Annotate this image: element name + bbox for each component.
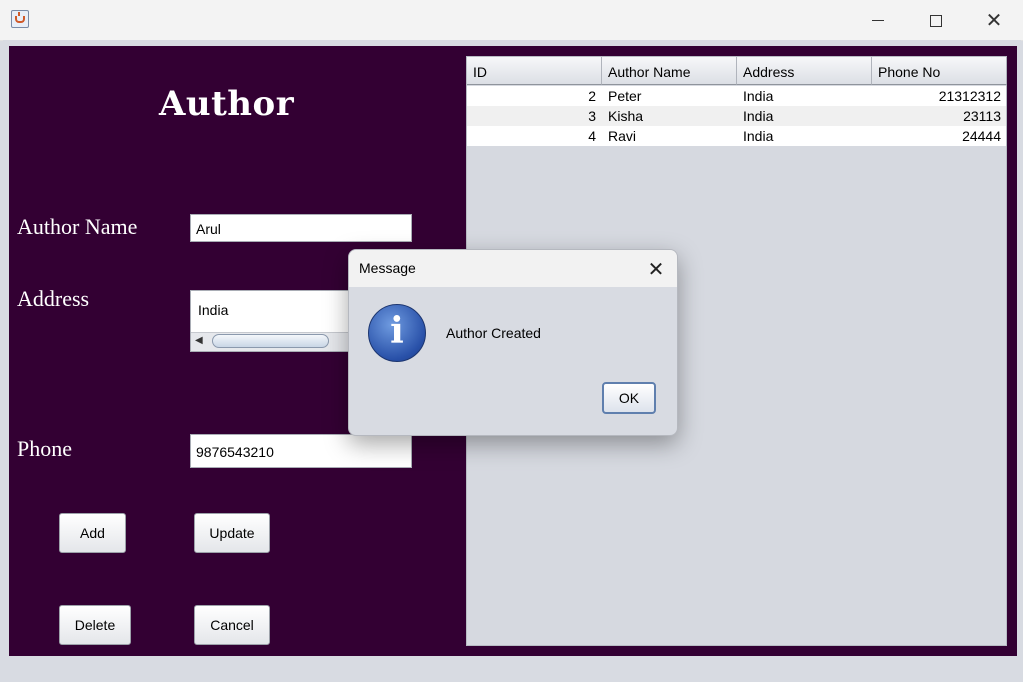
address-value: India xyxy=(198,302,229,318)
info-icon: i xyxy=(368,304,426,362)
window-titlebar: ✕ xyxy=(0,0,1023,41)
author-name-label: Author Name xyxy=(17,214,138,239)
table-row[interactable]: 4 Ravi India 24444 xyxy=(467,126,1006,146)
cell-address: India xyxy=(743,88,774,104)
minimize-button[interactable] xyxy=(856,4,900,36)
page-title: Author xyxy=(159,84,295,124)
cell-address: India xyxy=(743,128,774,144)
cell-author-name: Ravi xyxy=(608,128,637,144)
close-icon: ✕ xyxy=(985,8,1003,32)
address-textarea[interactable]: India ◀ xyxy=(190,290,350,352)
dialog-titlebar: Message ✕ xyxy=(349,250,677,287)
delete-button[interactable]: Delete xyxy=(59,605,131,645)
cell-id: 2 xyxy=(588,88,596,104)
table-row[interactable]: 2 Peter India 21312312 xyxy=(467,86,1006,106)
add-button[interactable]: Add xyxy=(59,513,126,553)
update-button[interactable]: Update xyxy=(194,513,270,553)
close-window-button[interactable]: ✕ xyxy=(972,4,1016,36)
column-header-address[interactable]: Address xyxy=(737,57,872,85)
address-horizontal-scrollbar[interactable]: ◀ xyxy=(191,332,349,351)
cell-phone: 23113 xyxy=(963,108,1001,124)
dialog-title: Message xyxy=(359,260,416,276)
author-name-field[interactable]: Arul xyxy=(190,214,412,242)
cancel-button[interactable]: Cancel xyxy=(194,605,270,645)
table-row[interactable]: 3 Kisha India 23113 xyxy=(467,106,1006,126)
phone-field[interactable]: 9876543210 xyxy=(190,434,412,468)
phone-label: Phone xyxy=(17,436,72,461)
cell-address: India xyxy=(743,108,774,124)
close-icon: ✕ xyxy=(647,257,665,281)
scrollbar-thumb[interactable] xyxy=(212,334,329,348)
column-header-author-name[interactable]: Author Name xyxy=(602,57,737,85)
minimize-icon xyxy=(872,20,884,21)
maximize-button[interactable] xyxy=(914,4,958,36)
cell-id: 3 xyxy=(588,108,596,124)
cell-author-name: Kisha xyxy=(608,108,644,124)
ok-button[interactable]: OK xyxy=(602,382,656,414)
cell-phone: 21312312 xyxy=(938,88,1001,104)
cell-author-name: Peter xyxy=(608,88,642,104)
dialog-close-button[interactable]: ✕ xyxy=(641,254,671,284)
column-header-phone-no[interactable]: Phone No xyxy=(872,57,1007,85)
message-dialog: Message ✕ i Author Created OK xyxy=(348,249,678,436)
java-app-icon xyxy=(11,10,29,28)
dialog-message: Author Created xyxy=(446,325,541,341)
column-header-id[interactable]: ID xyxy=(467,57,602,85)
address-label: Address xyxy=(17,286,90,311)
cell-phone: 24444 xyxy=(962,128,1001,144)
scroll-left-arrow-icon[interactable]: ◀ xyxy=(195,335,203,346)
cell-id: 4 xyxy=(588,128,596,144)
maximize-icon xyxy=(930,14,942,27)
table-header: ID Author Name Address Phone No xyxy=(467,57,1008,85)
